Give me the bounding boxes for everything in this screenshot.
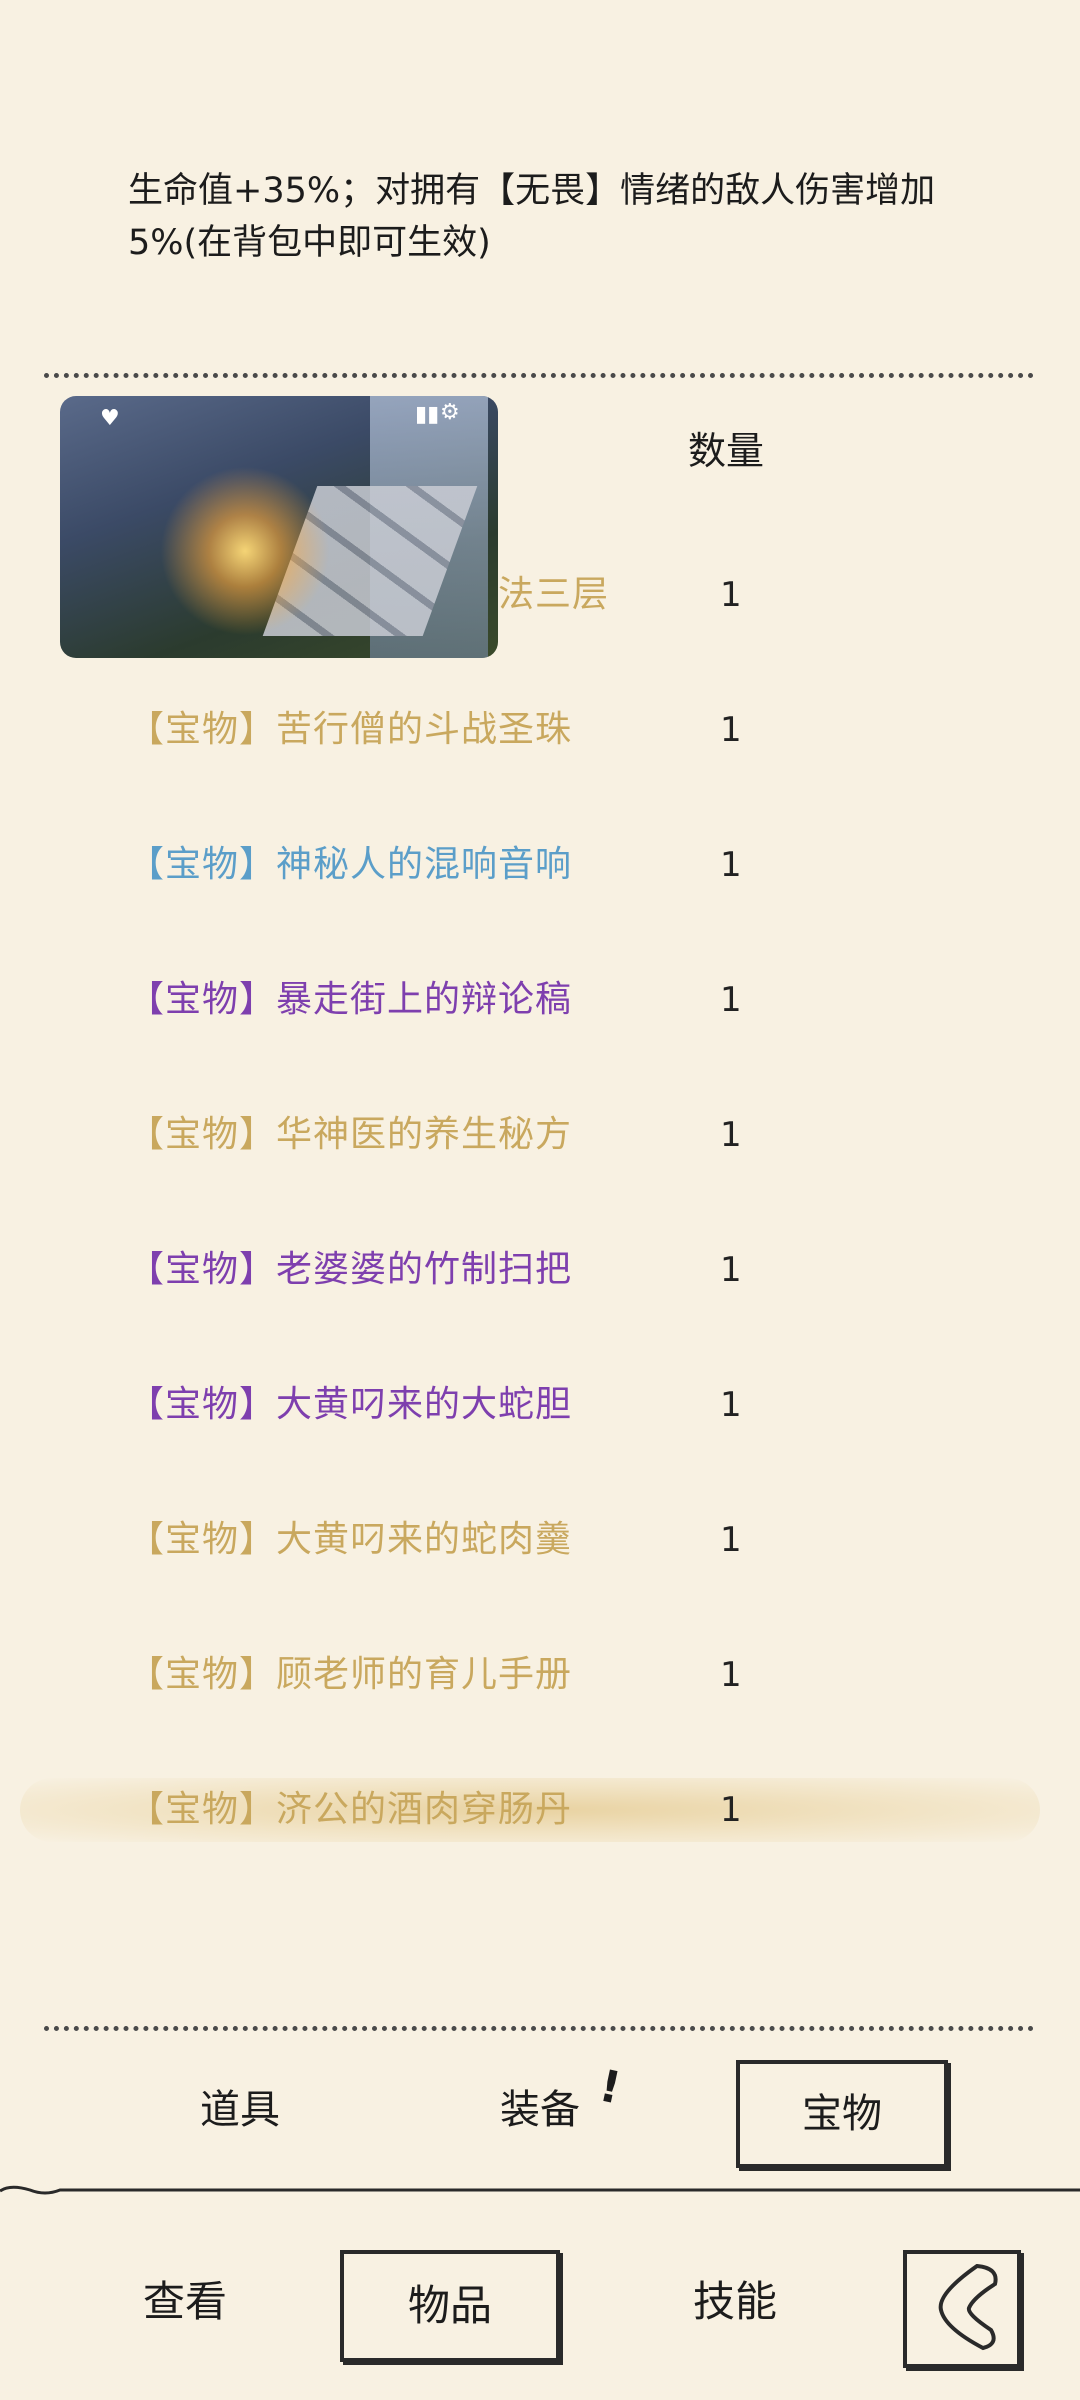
item-quantity: 1 xyxy=(720,1790,742,1830)
list-item[interactable]: 【宝物】老婆婆的竹制扫把 1 xyxy=(0,1230,1080,1310)
hud-heart-icon: ♥ xyxy=(100,406,120,431)
item-name: 【宝物】济公的酒肉穿肠丹 xyxy=(128,1789,573,1830)
back-button[interactable] xyxy=(903,2250,1021,2368)
dotted-divider-bottom xyxy=(44,2026,1034,2031)
dotted-divider-top xyxy=(44,373,1034,378)
scene-glow-effect xyxy=(160,466,330,636)
list-item[interactable]: 【宝物】济公的酒肉穿肠丹 1 xyxy=(0,1770,1080,1850)
hud-settings-icon[interactable]: ⚙ xyxy=(440,400,460,425)
scroll-divider-line xyxy=(0,2185,1080,2195)
item-description: 生命值+35%；对拥有【无畏】情绪的敌人伤害增加5%(在背包中即可生效) xyxy=(128,171,936,263)
list-item[interactable]: 【宝物】顾老师的育儿手册 1 xyxy=(0,1635,1080,1715)
tab-treasure[interactable]: 宝物 xyxy=(736,2060,948,2168)
item-quantity: 1 xyxy=(720,1115,742,1155)
item-name: 【宝物】顾老师的育儿手册 xyxy=(128,1654,573,1695)
list-item[interactable]: 【宝物】神秘人的混响音响 1 xyxy=(0,825,1080,905)
item-quantity: 1 xyxy=(720,980,742,1020)
category-tabs: 道具 装备 宝物 xyxy=(0,2060,1080,2170)
item-name-partial: 法三层 xyxy=(498,574,610,615)
item-quantity: 1 xyxy=(720,1250,742,1290)
item-name: 【宝物】华神医的养生秘方 xyxy=(128,1114,573,1155)
item-quantity: 1 xyxy=(720,1655,742,1695)
item-name: 【宝物】大黄叼来的大蛇胆 xyxy=(128,1384,573,1425)
quantity-column-header: 数量 xyxy=(688,429,765,473)
bottom-navigation: 查看 物品 技能 xyxy=(0,2200,1080,2400)
item-quantity: 1 xyxy=(720,845,742,885)
item-quantity: 1 xyxy=(720,710,742,750)
floating-video-window[interactable]: ♥ ▮▮ ⚙ xyxy=(60,396,498,658)
item-quantity: 1 xyxy=(720,575,742,615)
item-name: 【宝物】暴走街上的辩论稿 xyxy=(128,979,573,1020)
tab-equipment[interactable]: 装备 xyxy=(480,2060,600,2160)
item-name: 【宝物】老婆婆的竹制扫把 xyxy=(128,1249,573,1290)
nav-view[interactable]: 查看 xyxy=(110,2250,260,2354)
list-item[interactable]: 【宝物】大黄叼来的大蛇胆 1 xyxy=(0,1365,1080,1445)
item-name: 【宝物】苦行僧的斗战圣珠 xyxy=(128,709,573,750)
nav-skills[interactable]: 技能 xyxy=(660,2250,810,2354)
list-item[interactable]: 【宝物】苦行僧的斗战圣珠 1 xyxy=(0,690,1080,770)
item-name: 【宝物】神秘人的混响音响 xyxy=(128,844,573,885)
hud-pause-icon[interactable]: ▮▮ xyxy=(415,402,439,427)
list-item[interactable]: 【宝物】大黄叼来的蛇肉羹 1 xyxy=(0,1500,1080,1580)
item-quantity: 1 xyxy=(720,1385,742,1425)
item-name: 【宝物】大黄叼来的蛇肉羹 xyxy=(128,1519,573,1560)
nav-goods[interactable]: 物品 xyxy=(340,2250,560,2362)
back-chevron-icon xyxy=(938,2263,998,2351)
tab-items[interactable]: 道具 xyxy=(180,2060,300,2160)
item-quantity: 1 xyxy=(720,1520,742,1560)
list-item[interactable]: 【宝物】华神医的养生秘方 1 xyxy=(0,1095,1080,1175)
list-item[interactable]: 【宝物】暴走街上的辩论稿 1 xyxy=(0,960,1080,1040)
